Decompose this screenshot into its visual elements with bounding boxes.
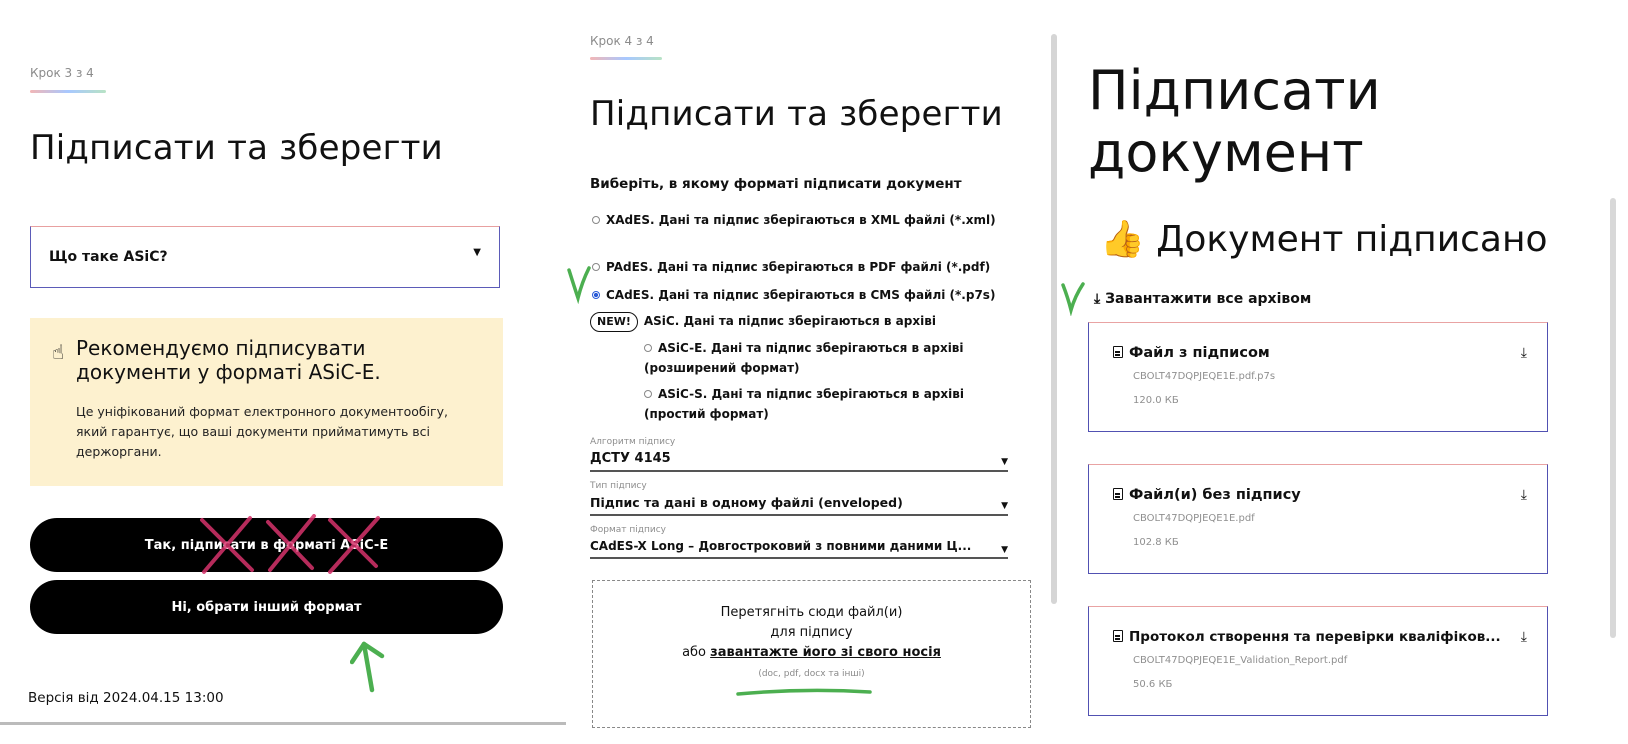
select-caption: Формат підпису <box>590 525 666 535</box>
option-cades[interactable]: CAdES. Дані та підпис зберігаються в CMS… <box>592 285 1042 305</box>
document-icon <box>1113 630 1123 642</box>
sign-asice-button[interactable]: Так, підписати в форматі ASiC-E <box>30 518 503 572</box>
title-line: Підписати <box>1088 59 1381 122</box>
file-name: Файл з підписом <box>1113 345 1270 361</box>
thumbs-up-icon: 👍 <box>1100 219 1145 260</box>
file-size: 102.8 КБ <box>1133 537 1179 548</box>
dropzone-text: для підпису <box>770 625 853 640</box>
radio-button[interactable] <box>644 343 652 352</box>
download-all-link[interactable]: ⤓ Завантажити все архівом <box>1094 291 1311 307</box>
file-dropzone[interactable]: Перетягніть сюди файл(и) для підпису або… <box>592 580 1031 728</box>
file-card: Протокол створення та перевірки кваліфік… <box>1088 606 1548 716</box>
select-underline <box>590 514 1008 516</box>
panel-signed: Підписати документ 👍 Документ підписано … <box>1061 0 1628 744</box>
arrow-annotation <box>350 641 385 693</box>
option-asics[interactable]: ASiC-S. Дані та підпис зберігаються в ар… <box>644 384 1024 424</box>
step-indicator: Крок 3 з 4 <box>30 66 94 80</box>
format-heading: Виберіть, в якому форматі підписати доку… <box>590 176 962 192</box>
dropzone-text-line3: або завантажте його зі свого носія <box>682 643 942 663</box>
option-label: PAdES. Дані та підпис зберігаються в PDF… <box>606 260 991 274</box>
sign-type-select[interactable]: Тип підпису Підпис та дані в одному файл… <box>590 481 1008 516</box>
step-progress-line <box>30 90 106 93</box>
download-icon[interactable]: ⤓ <box>1521 487 1527 503</box>
scrollbar[interactable] <box>1051 34 1057 604</box>
panel-step-3: Крок 3 з 4 Підписати та зберегти Що таке… <box>0 0 566 744</box>
radio-button[interactable] <box>644 389 652 398</box>
recommendation-body: Це уніфікований формат електронного доку… <box>76 404 448 459</box>
page-title: Підписати та зберегти <box>590 94 1003 134</box>
option-asice[interactable]: ASiC-E. Дані та підпис зберігаються в ар… <box>644 338 1024 378</box>
file-name: Протокол створення та перевірки кваліфік… <box>1113 629 1501 645</box>
option-label: ASiC. Дані та підпис зберігаються в архі… <box>643 314 936 328</box>
file-filename: CBOLT47DQPJEQE1E_Validation_Report.pdf <box>1133 655 1348 666</box>
radio-button-selected[interactable] <box>592 290 600 299</box>
recommendation-box: ☝ Рекомендуємо підписувати документи у ф… <box>30 318 503 486</box>
option-label: CAdES. Дані та підпис зберігаються в CMS… <box>606 288 996 302</box>
checkmark-annotation <box>567 266 591 304</box>
file-title: Файл з підписом <box>1129 345 1270 361</box>
dropzone-prefix: або <box>682 645 711 660</box>
file-filename: CBOLT47DQPJEQE1E.pdf <box>1133 513 1255 524</box>
document-icon <box>1113 488 1123 500</box>
select-caption: Тип підпису <box>590 481 647 491</box>
select-value: ДСТУ 4145 <box>590 451 671 466</box>
dropzone-text: Перетягніть сюди файл(и) <box>720 605 903 620</box>
file-title: Протокол створення та перевірки кваліфік… <box>1129 629 1501 645</box>
option-label: ASiC-E. Дані та підпис зберігаються в ар… <box>644 341 964 375</box>
asic-accordion[interactable]: Що таке ASiC? ▼ <box>30 226 500 288</box>
option-asic-group: NEW! ASiC. Дані та підпис зберігаються в … <box>590 311 1030 332</box>
select-value: Підпис та дані в одному файлі (enveloped… <box>590 495 903 510</box>
file-size: 50.6 КБ <box>1133 679 1173 690</box>
option-pades[interactable]: PAdES. Дані та підпис зберігаються в PDF… <box>592 257 1032 277</box>
accordion-label: Що таке ASiC? <box>49 249 168 265</box>
step-progress-line <box>590 57 662 60</box>
select-underline <box>590 470 1008 472</box>
step-indicator: Крок 4 з 4 <box>590 34 654 48</box>
file-title: Файл(и) без підпису <box>1129 487 1301 503</box>
file-size: 120.0 КБ <box>1133 395 1179 406</box>
title-line: документ <box>1088 121 1364 184</box>
signed-heading: 👍 Документ підписано <box>1100 218 1548 260</box>
panel-step-4: Крок 4 з 4 Підписати та зберегти Виберіт… <box>566 0 1088 744</box>
select-caption: Алгоритм підпису <box>590 437 676 447</box>
file-card: Файл(и) без підпису CBOLT47DQPJEQE1E.pdf… <box>1088 464 1548 574</box>
chevron-down-icon: ▼ <box>1001 545 1008 555</box>
signed-text: Документ підписано <box>1156 219 1548 260</box>
recommendation-title: Рекомендуємо підписувати документи у фор… <box>76 336 381 384</box>
download-icon[interactable]: ⤓ <box>1521 629 1527 645</box>
radio-button[interactable] <box>592 215 600 224</box>
supported-formats: (doc, pdf, docx та інші) <box>758 669 865 679</box>
version-label: Версія від 2024.04.15 13:00 <box>28 690 224 706</box>
file-name: Файл(и) без підпису <box>1113 487 1301 503</box>
upload-link[interactable]: завантажте його зі свого носія <box>710 645 941 660</box>
divider <box>0 722 566 725</box>
pointing-hand-icon: ☝ <box>52 340 65 364</box>
sign-format-select[interactable]: Формат підпису CAdES-X Long – Довгострок… <box>590 525 1008 559</box>
file-card: Файл з підписом CBOLT47DQPJEQE1E.pdf.p7s… <box>1088 322 1548 432</box>
choose-other-format-button[interactable]: Ні, обрати інший формат <box>30 580 503 634</box>
download-all-label: Завантажити все архівом <box>1105 291 1312 307</box>
scrollbar[interactable] <box>1610 198 1616 638</box>
file-filename: CBOLT47DQPJEQE1E.pdf.p7s <box>1133 371 1276 382</box>
radio-button[interactable] <box>592 262 600 271</box>
chevron-down-icon: ▼ <box>473 247 481 258</box>
algorithm-select[interactable]: Алгоритм підпису ДСТУ 4145 ▼ <box>590 437 1008 472</box>
option-xades[interactable]: XAdES. Дані та підпис зберігаються в XML… <box>592 210 1012 230</box>
document-icon <box>1113 346 1123 358</box>
page-title: Підписати документ <box>1088 60 1381 184</box>
option-label: ASiC-S. Дані та підпис зберігаються в ар… <box>644 387 964 421</box>
select-value: CAdES-X Long – Довгостроковий з повними … <box>590 539 972 553</box>
download-icon[interactable]: ⤓ <box>1521 345 1527 361</box>
new-badge: NEW! <box>590 312 638 332</box>
option-label: XAdES. Дані та підпис зберігаються в XML… <box>606 213 996 227</box>
select-underline <box>590 557 1008 559</box>
download-icon: ⤓ <box>1094 291 1101 307</box>
page-title: Підписати та зберегти <box>30 128 443 168</box>
chevron-down-icon: ▼ <box>1001 457 1008 467</box>
chevron-down-icon: ▼ <box>1001 501 1008 511</box>
